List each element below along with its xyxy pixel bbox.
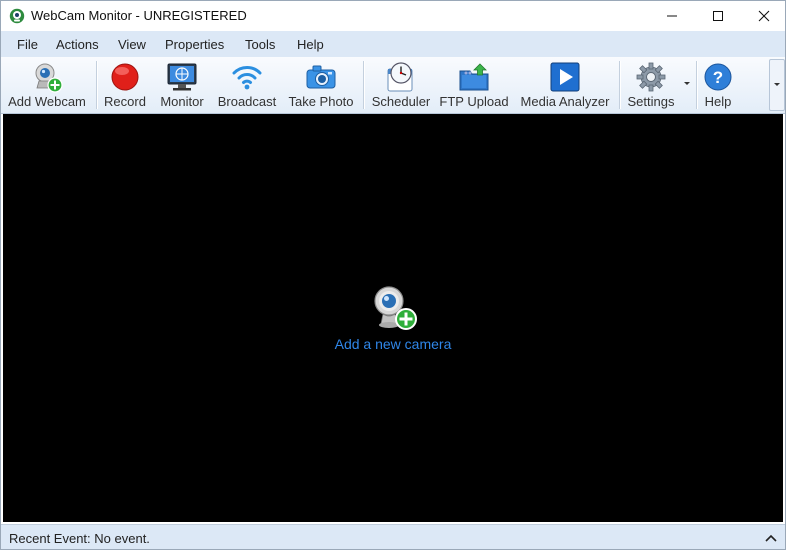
help-question-icon: ? xyxy=(704,63,732,91)
monitor-button[interactable]: Monitor xyxy=(155,59,209,111)
record-button[interactable]: Record xyxy=(101,59,149,111)
app-window: WebCam Monitor - UNREGISTERED File Actio… xyxy=(0,0,786,550)
maximize-icon xyxy=(713,11,723,21)
title-bar: WebCam Monitor - UNREGISTERED xyxy=(1,1,785,31)
scheduler-button[interactable]: Scheduler xyxy=(368,59,434,111)
menu-file[interactable]: File xyxy=(17,37,38,52)
take-photo-button[interactable]: Take Photo xyxy=(285,59,357,111)
add-webcam-label: Add Webcam xyxy=(8,94,86,109)
media-analyzer-button[interactable]: Media Analyzer xyxy=(516,59,614,111)
settings-button[interactable]: Settings xyxy=(624,59,678,111)
menu-bar: File Actions View Properties Tools Help xyxy=(1,31,785,57)
camera-view-area: Add a new camera xyxy=(3,114,783,522)
ftp-upload-button[interactable]: FTP Upload xyxy=(439,59,509,111)
window-title: WebCam Monitor - UNREGISTERED xyxy=(31,8,247,23)
monitor-icon xyxy=(167,63,197,91)
take-photo-label: Take Photo xyxy=(288,94,354,109)
settings-dropdown-arrow-icon[interactable] xyxy=(683,81,691,87)
close-button[interactable] xyxy=(741,1,785,31)
chevron-down-icon xyxy=(774,83,780,86)
toolbar-separator xyxy=(363,61,365,109)
help-button[interactable]: ? Help xyxy=(701,59,735,111)
svg-text:?: ? xyxy=(713,68,723,87)
maximize-button[interactable] xyxy=(695,1,741,31)
monitor-label: Monitor xyxy=(160,94,204,109)
menu-view[interactable]: View xyxy=(118,37,146,52)
ftp-upload-icon xyxy=(459,63,489,91)
scheduler-label: Scheduler xyxy=(371,94,431,109)
chevron-up-icon[interactable] xyxy=(763,530,779,546)
status-bar: Recent Event: No event. xyxy=(1,524,785,549)
recent-event-status: Recent Event: No event. xyxy=(9,531,150,546)
ftp-upload-label: FTP Upload xyxy=(439,94,509,109)
add-webcam-icon xyxy=(35,63,63,93)
close-icon xyxy=(758,10,770,22)
toolbar: Add Webcam Record Monitor Broadcast Take… xyxy=(1,57,785,114)
menu-help[interactable]: Help xyxy=(297,37,324,52)
toolbar-overflow-button[interactable] xyxy=(769,59,785,111)
broadcast-button[interactable]: Broadcast xyxy=(214,59,280,111)
webcam-app-icon xyxy=(9,8,25,24)
menu-tools[interactable]: Tools xyxy=(245,37,275,52)
settings-label: Settings xyxy=(627,94,675,109)
add-new-camera-link[interactable]: Add a new camera xyxy=(3,336,783,352)
minimize-button[interactable] xyxy=(649,1,695,31)
help-label: Help xyxy=(704,94,732,109)
menu-actions[interactable]: Actions xyxy=(56,37,99,52)
toolbar-separator xyxy=(96,61,98,109)
media-analyzer-play-icon xyxy=(550,62,580,92)
menu-properties[interactable]: Properties xyxy=(165,37,224,52)
camera-icon xyxy=(306,65,336,89)
broadcast-wifi-icon xyxy=(232,66,262,90)
scheduler-clock-icon xyxy=(387,62,413,92)
media-analyzer-label: Media Analyzer xyxy=(520,94,610,109)
minimize-icon xyxy=(667,15,677,17)
toolbar-separator xyxy=(696,61,698,109)
settings-gear-icon xyxy=(636,62,666,92)
toolbar-separator xyxy=(619,61,621,109)
record-label: Record xyxy=(104,94,146,109)
record-icon xyxy=(111,63,139,91)
broadcast-label: Broadcast xyxy=(217,94,277,109)
add-webcam-button[interactable]: Add Webcam xyxy=(3,59,91,111)
add-camera-icon[interactable] xyxy=(371,284,419,332)
